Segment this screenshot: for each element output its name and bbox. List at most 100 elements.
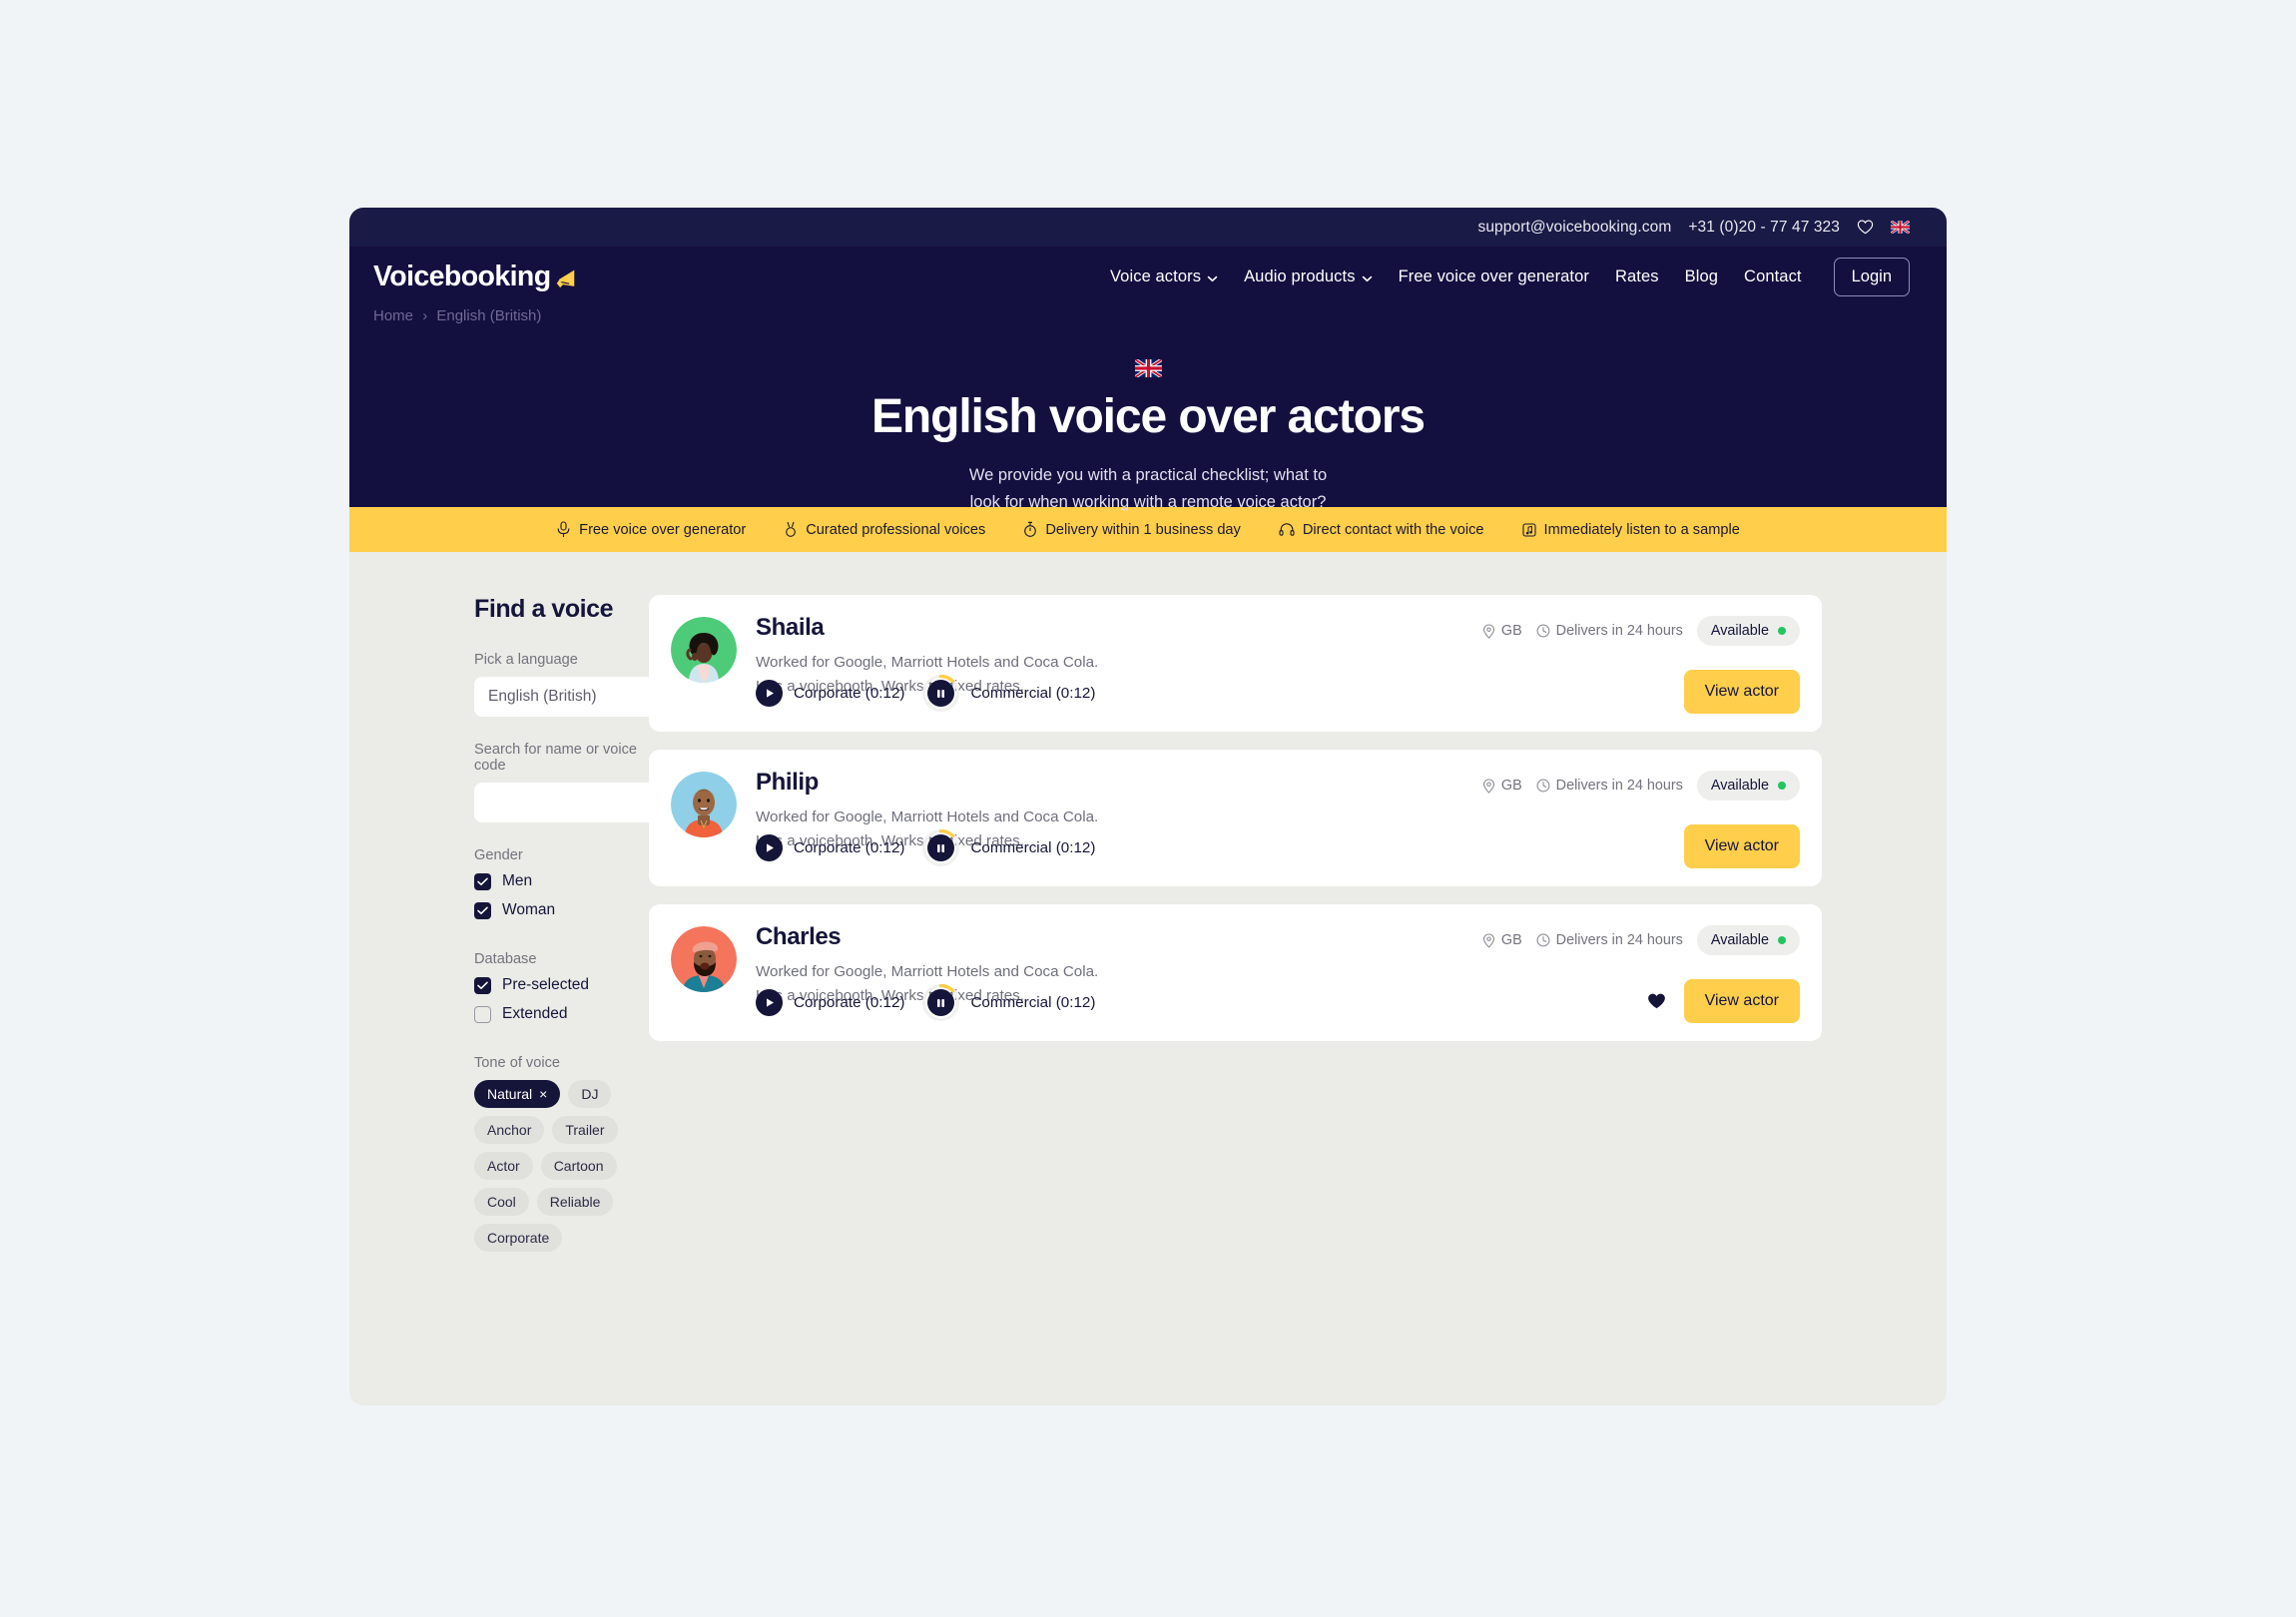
- filter-sidebar: Find a voice Pick a language English (Br…: [349, 595, 686, 1405]
- language-switcher[interactable]: [1891, 221, 1910, 234]
- sample-player-commercial[interactable]: Commercial (0:12): [922, 984, 1095, 1021]
- sample-player-corporate[interactable]: Corporate (0:12): [756, 680, 904, 707]
- location-pin-icon: [1482, 932, 1494, 948]
- actor-delivery: Delivers in 24 hours: [1536, 623, 1683, 639]
- actor-card[interactable]: Charles Worked for Google, Marriott Hote…: [649, 904, 1822, 1041]
- tone-tag-natural[interactable]: Natural ×: [474, 1080, 561, 1108]
- sample-players: Corporate (0:12) Commercial (0:12): [756, 829, 1095, 866]
- heart-icon: [1857, 220, 1874, 235]
- country-label: GB: [1500, 778, 1522, 794]
- gender-option-woman[interactable]: Woman: [474, 901, 649, 919]
- location-pin-icon: [1482, 778, 1494, 794]
- sample-player-corporate[interactable]: Corporate (0:12): [756, 989, 904, 1016]
- view-actor-button[interactable]: View actor: [1683, 979, 1800, 1023]
- search-label: Search for name or voice code: [474, 742, 638, 774]
- gender-option-men[interactable]: Men: [474, 872, 649, 890]
- feature-curated-voices: Curated professional voices: [784, 521, 985, 538]
- favorite-heart-icon[interactable]: [1647, 992, 1666, 1010]
- headset-icon: [1279, 523, 1295, 536]
- status-label: Available: [1710, 623, 1769, 639]
- view-actor-button[interactable]: View actor: [1683, 670, 1800, 714]
- nav-item-blog[interactable]: Blog: [1685, 268, 1718, 286]
- tone-tag-dj[interactable]: DJ: [568, 1080, 612, 1108]
- tone-tag-anchor[interactable]: Anchor: [474, 1116, 545, 1144]
- language-label: Pick a language: [474, 652, 578, 668]
- database-option-extended[interactable]: Extended: [474, 1005, 649, 1023]
- actor-desc-line1: Worked for Google, Marriott Hotels and C…: [756, 808, 1099, 826]
- nav-item-free-voice-over-generator[interactable]: Free voice over generator: [1399, 268, 1589, 286]
- feature-label: Immediately listen to a sample: [1543, 521, 1740, 538]
- feature-label: Delivery within 1 business day: [1045, 521, 1241, 538]
- pause-button[interactable]: [922, 675, 960, 712]
- view-actor-button[interactable]: View actor: [1683, 824, 1800, 868]
- logo-text: Voicebooking: [373, 261, 551, 292]
- hero-subtitle-line2: look for when working with a remote voic…: [969, 493, 1327, 512]
- sample-label: Commercial (0:12): [970, 685, 1095, 702]
- support-phone[interactable]: +31 (0)20 - 77 47 323: [1688, 219, 1840, 237]
- sample-label: Commercial (0:12): [970, 994, 1095, 1011]
- clock-icon: [1536, 933, 1550, 947]
- play-button[interactable]: [756, 680, 783, 707]
- play-icon: [766, 998, 774, 1007]
- tone-tag-cartoon[interactable]: Cartoon: [540, 1152, 617, 1180]
- sample-name: Commercial: [970, 685, 1052, 702]
- play-button[interactable]: [756, 989, 783, 1016]
- tone-tag-trailer[interactable]: Trailer: [552, 1116, 618, 1144]
- nav-item-rates[interactable]: Rates: [1615, 268, 1659, 286]
- sample-players: Corporate (0:12) Commercial (0:12): [756, 984, 1095, 1021]
- database-label: Database: [474, 951, 537, 967]
- breadcrumb-home[interactable]: Home: [373, 307, 413, 324]
- delivery-label: Delivers in 24 hours: [1555, 623, 1683, 639]
- sample-name: Corporate: [794, 839, 861, 856]
- page-root: support@voicebooking.com +31 (0)20 - 77 …: [0, 0, 2296, 1617]
- utility-bar: support@voicebooking.com +31 (0)20 - 77 …: [349, 208, 1947, 247]
- pause-button[interactable]: [922, 984, 960, 1021]
- location-pin-icon: [1482, 623, 1494, 639]
- sample-player-commercial[interactable]: Commercial (0:12): [922, 829, 1095, 866]
- tone-tag-cool[interactable]: Cool: [474, 1188, 529, 1216]
- actor-card[interactable]: Philip Worked for Google, Marriott Hotel…: [649, 750, 1822, 886]
- logo[interactable]: Voicebooking: [373, 261, 577, 293]
- sample-player-commercial[interactable]: Commercial (0:12): [922, 675, 1095, 712]
- nav-item-voice-actors[interactable]: Voice actors: [1110, 268, 1218, 286]
- status-label: Available: [1710, 778, 1769, 794]
- tone-tag-actor[interactable]: Actor: [474, 1152, 533, 1180]
- sample-label: Corporate (0:12): [794, 839, 904, 856]
- actor-info: Charles Worked for Google, Marriott Hote…: [737, 923, 1800, 1041]
- hero-subtitle: We provide you with a practical checklis…: [349, 462, 1947, 515]
- database-option-pre-selected[interactable]: Pre-selected: [474, 976, 649, 994]
- checkbox-checked: [474, 901, 491, 919]
- progress-ring-icon: [922, 829, 960, 866]
- tone-tag-corporate[interactable]: Corporate: [474, 1224, 563, 1252]
- favorites-button[interactable]: [1857, 219, 1874, 236]
- site-header: Voicebooking Voice actors Audio products: [349, 247, 1947, 307]
- checkbox-label: Men: [502, 872, 533, 889]
- play-icon: [766, 843, 774, 852]
- actor-card[interactable]: Shaila Worked for Google, Marriott Hotel…: [649, 595, 1822, 732]
- checkbox-checked: [474, 872, 491, 890]
- chevron-down-icon: [1362, 275, 1372, 281]
- login-button[interactable]: Login: [1833, 258, 1910, 296]
- support-email[interactable]: support@voicebooking.com: [1477, 219, 1671, 237]
- sample-player-corporate[interactable]: Corporate (0:12): [756, 834, 904, 861]
- nav-item-audio-products[interactable]: Audio products: [1244, 268, 1372, 286]
- actor-desc-line1: Worked for Google, Marriott Hotels and C…: [756, 963, 1099, 981]
- feature-listen-sample: Immediately listen to a sample: [1521, 521, 1740, 538]
- uk-flag-icon: [1134, 359, 1162, 377]
- breadcrumb: Home › English (British): [373, 307, 541, 324]
- megaphone-icon: [556, 270, 574, 287]
- nav-item-contact[interactable]: Contact: [1744, 268, 1802, 286]
- nav-label: Voice actors: [1109, 268, 1202, 285]
- uk-flag-icon: [1891, 221, 1910, 234]
- actor-info: Shaila Worked for Google, Marriott Hotel…: [737, 614, 1800, 732]
- avatar: [671, 617, 737, 683]
- remove-tag-icon[interactable]: ×: [539, 1087, 547, 1101]
- actor-country: GB: [1482, 932, 1522, 948]
- pause-button[interactable]: [922, 829, 960, 866]
- tone-tag-reliable[interactable]: Reliable: [536, 1188, 614, 1216]
- progress-ring-icon: [922, 984, 960, 1021]
- main-nav: Voice actors Audio products Free voice o…: [1110, 258, 1910, 296]
- actor-country: GB: [1482, 778, 1522, 794]
- play-button[interactable]: [756, 834, 783, 861]
